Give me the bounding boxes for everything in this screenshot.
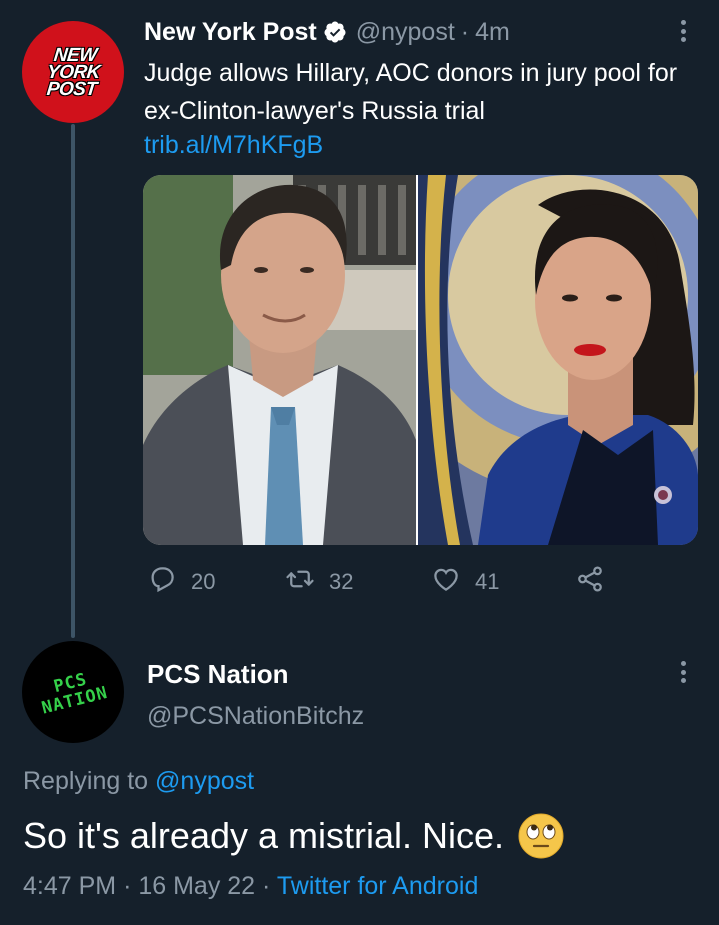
tweet2-source[interactable]: Twitter for Android [277, 872, 478, 900]
woman-congress-photo[interactable] [418, 175, 698, 545]
replying-to: Replying to @nypost [23, 762, 254, 800]
heart-icon [431, 564, 461, 600]
tweet1-separator: · [460, 17, 470, 46]
retweet-count: 32 [329, 569, 354, 594]
pcs-nation-logo: PCS NATION [40, 669, 111, 719]
nypost-logo: NEW YORK POST [45, 44, 101, 100]
tweet2-more-options-icon[interactable] [678, 659, 688, 685]
tweet1-header: New York Post @nypost · 4m [144, 14, 510, 50]
retweet-button[interactable]: 32 [285, 564, 353, 600]
tweet1-media[interactable] [143, 175, 698, 545]
tweet2-date: 16 May 22 [138, 872, 256, 900]
retweet-icon [285, 564, 315, 600]
share-icon [575, 564, 605, 600]
face-with-rolling-eyes-icon [518, 813, 564, 859]
tweet1-link[interactable]: trib.al/M7hKFgB [144, 126, 323, 164]
tweet1-author-name[interactable]: New York Post [144, 18, 317, 47]
tweet1-text: Judge allows Hillary, AOC donors in jury… [144, 59, 678, 125]
verified-badge-icon [323, 20, 347, 44]
man-in-suit-photo[interactable] [143, 175, 416, 545]
thread-connector-line [71, 124, 75, 638]
tweet1-handle[interactable]: @nypost [356, 18, 455, 47]
reply-icon [147, 564, 177, 600]
tweet2-meta: 4:47 PM · 16 May 22 · Twitter for Androi… [23, 866, 478, 906]
meta-separator-1: · [123, 872, 132, 900]
tweet2-time: 4:47 PM [23, 872, 117, 900]
replying-to-mention[interactable]: @nypost [155, 767, 254, 795]
replying-prefix: Replying to [23, 767, 149, 795]
pcs-nation-avatar[interactable]: PCS NATION [22, 641, 124, 743]
like-count: 41 [475, 569, 500, 594]
reply-button[interactable]: 20 [147, 564, 215, 600]
tweet1-more-options-icon[interactable] [678, 18, 688, 44]
like-button[interactable]: 41 [431, 564, 499, 600]
tweet2-text-body: So it's already a mistrial. Nice. [23, 815, 505, 856]
tweet2-author-name[interactable]: PCS Nation [147, 656, 289, 692]
share-button[interactable] [575, 564, 605, 600]
nypost-avatar[interactable]: NEW YORK POST [22, 21, 124, 123]
reply-count: 20 [191, 569, 216, 594]
tweet1-time[interactable]: 4m [475, 18, 510, 47]
meta-separator-2: · [262, 872, 271, 900]
tweet2-handle[interactable]: @PCSNationBitchz [147, 698, 364, 734]
tweet2-text: So it's already a mistrial. Nice. [23, 810, 564, 862]
